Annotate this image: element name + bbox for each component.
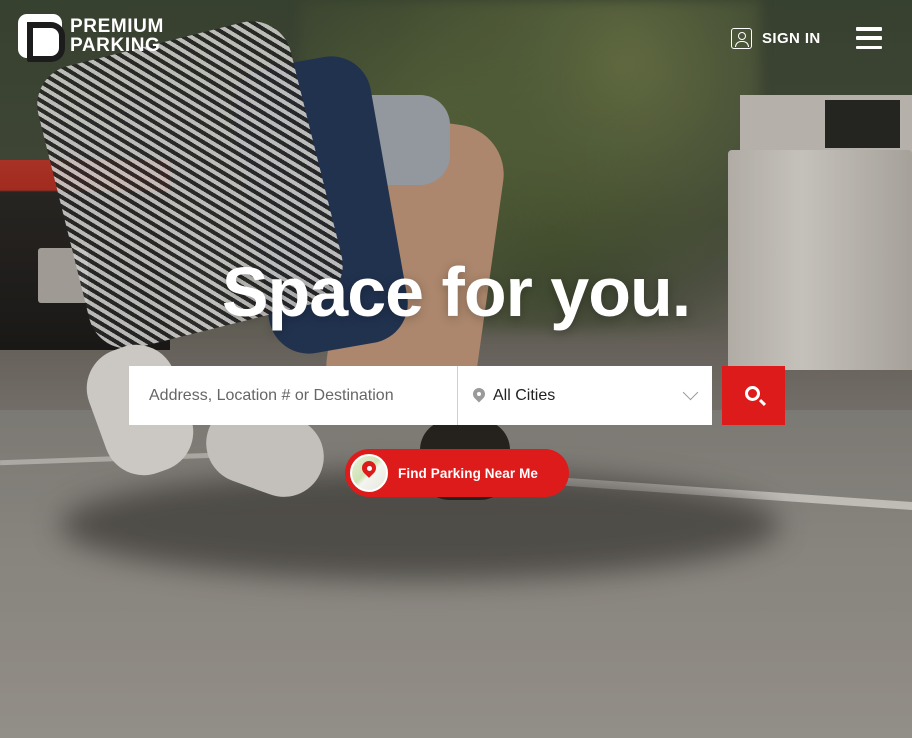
parking-p-icon [18, 14, 65, 62]
search-icon [745, 386, 760, 401]
sign-in-button[interactable]: SIGN IN [731, 28, 821, 49]
find-parking-label: Find Parking Near Me [398, 465, 539, 481]
brand-wordmark: PREMIUM PARKING [70, 17, 164, 55]
search-bar: All Cities [129, 366, 712, 425]
brand-line-2: PARKING [70, 35, 161, 56]
hamburger-menu-icon[interactable] [856, 27, 882, 49]
search-input[interactable] [129, 366, 457, 425]
city-select[interactable]: All Cities [458, 366, 712, 425]
map-pin-icon [350, 454, 388, 492]
brand-line-1: PREMIUM [70, 16, 164, 37]
chevron-down-icon [682, 384, 699, 401]
brand-logo[interactable]: PREMIUM PARKING [18, 14, 164, 62]
find-parking-near-me-button[interactable]: Find Parking Near Me [345, 449, 569, 497]
sign-in-label: SIGN IN [762, 30, 821, 47]
location-pin-icon [473, 388, 485, 404]
search-button[interactable] [722, 366, 785, 425]
user-icon [731, 28, 752, 49]
hero-headline: Space for you. [221, 253, 691, 331]
city-select-value: All Cities [493, 386, 556, 404]
